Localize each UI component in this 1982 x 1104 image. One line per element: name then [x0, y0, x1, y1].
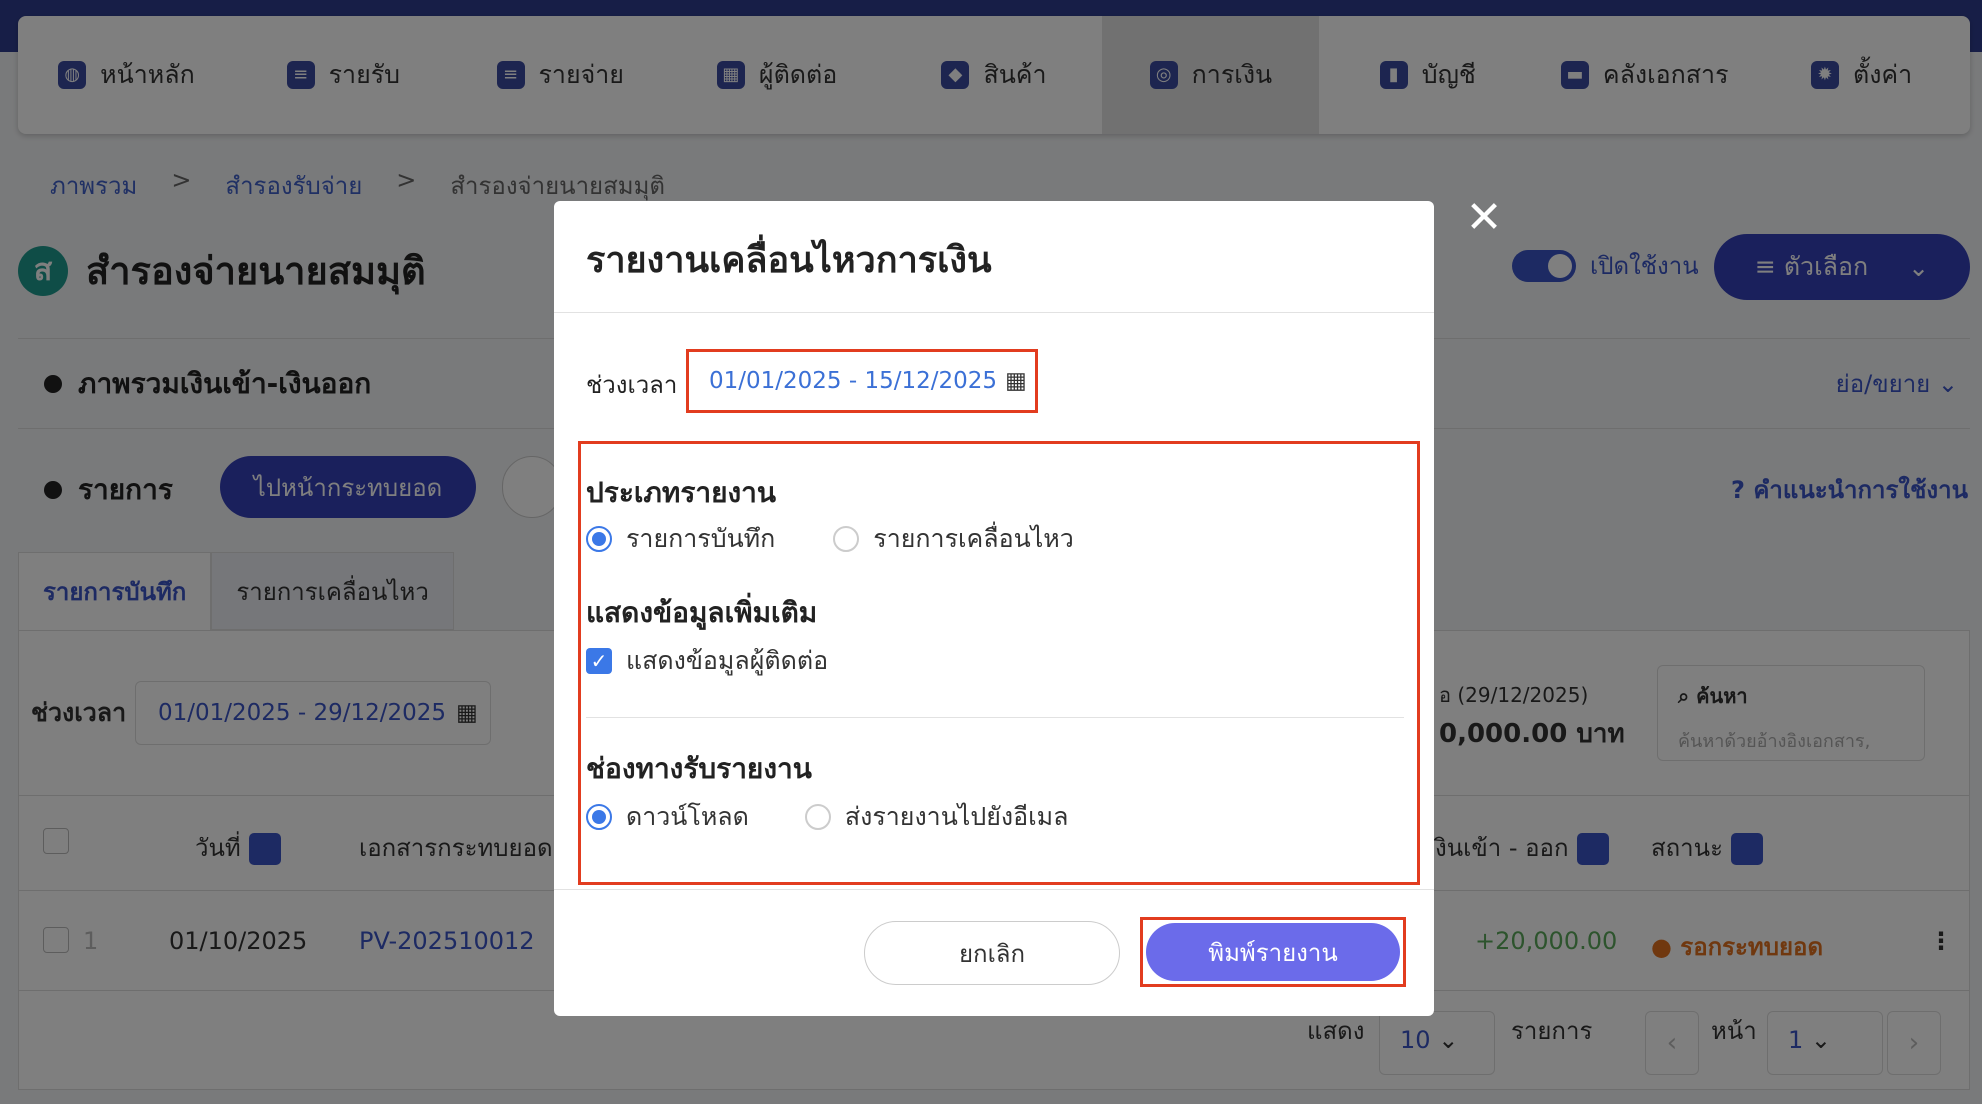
- report-type-options: รายการบันทึก รายการเคลื่อนไหว: [586, 519, 1074, 559]
- modal-period-value: 01/01/2025 - 15/12/2025: [709, 368, 998, 394]
- calendar-icon: ▦: [1005, 368, 1027, 394]
- report-modal: รายงานเคลื่อนไหวการเงิน ช่วงเวลา 01/01/2…: [554, 201, 1434, 1016]
- cancel-button[interactable]: ยกเลิก: [864, 921, 1120, 985]
- print-report-button[interactable]: พิมพ์รายงาน: [1146, 923, 1400, 981]
- radio-movements-label[interactable]: รายการเคลื่อนไหว: [873, 519, 1074, 559]
- radio-download[interactable]: [586, 804, 612, 830]
- close-icon[interactable]: ✕: [1464, 196, 1504, 240]
- divider: [554, 889, 1434, 890]
- channel-options: ดาวน์โหลด ส่งรายงานไปยังอีเมล: [586, 797, 1068, 837]
- extra-info-title: แสดงข้อมูลเพิ่มเติม: [586, 596, 818, 629]
- radio-email-label[interactable]: ส่งรายงานไปยังอีเมล: [845, 797, 1069, 837]
- report-type-title: ประเภทรายงาน: [586, 476, 777, 509]
- divider: [586, 717, 1404, 718]
- channel-title: ช่องทางรับรายงาน: [586, 752, 812, 785]
- modal-title: รายงานเคลื่อนไหวการเงิน: [586, 240, 992, 281]
- radio-records[interactable]: [586, 526, 612, 552]
- modal-period-input[interactable]: 01/01/2025 - 15/12/2025 ▦: [686, 349, 1038, 413]
- show-contact-label[interactable]: แสดงข้อมูลผู้ติดต่อ: [626, 641, 828, 681]
- radio-records-label[interactable]: รายการบันทึก: [626, 519, 775, 559]
- radio-movements[interactable]: [833, 526, 860, 552]
- modal-period-label: ช่วงเวลา: [586, 371, 678, 399]
- divider: [554, 312, 1434, 313]
- extra-info-options: ✓ แสดงข้อมูลผู้ติดต่อ: [586, 641, 828, 681]
- radio-email[interactable]: [804, 804, 831, 830]
- radio-download-label[interactable]: ดาวน์โหลด: [626, 797, 749, 837]
- show-contact-checkbox[interactable]: ✓: [586, 648, 612, 674]
